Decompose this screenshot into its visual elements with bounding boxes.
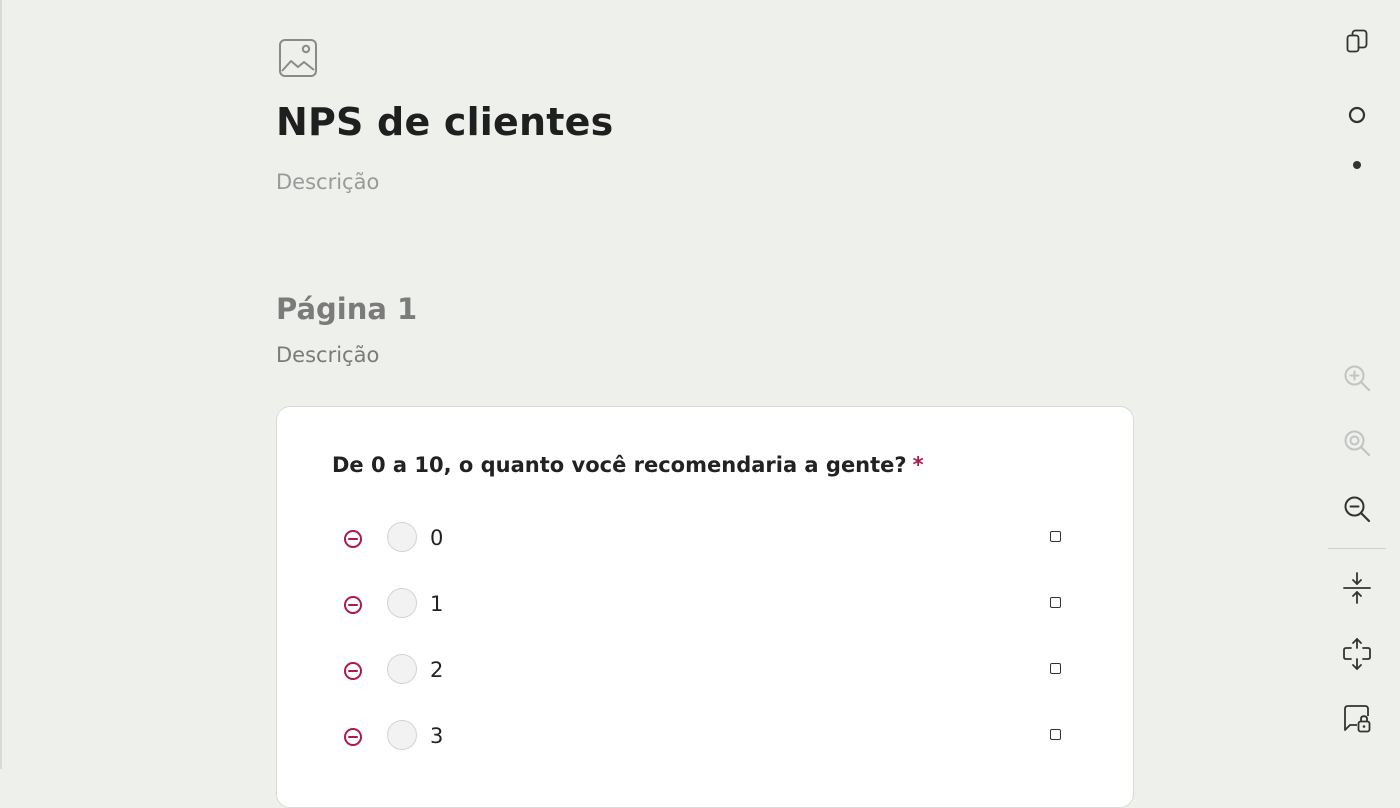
choice-label[interactable]: 0 [430,526,443,550]
dot-icon [1353,161,1361,169]
choice-radio[interactable] [387,720,417,750]
remove-choice-button[interactable] [343,661,363,681]
question-title-text: De 0 a 10, o quanto você recomendaria a … [332,453,907,477]
remove-choice-button[interactable] [343,727,363,747]
choice-checkbox[interactable] [1050,663,1061,674]
choice-row: 2 [277,651,1133,691]
circle-icon [1348,106,1366,124]
expand-button[interactable] [1337,634,1377,674]
choice-radio[interactable] [387,522,417,552]
expand-icon [1343,638,1371,670]
copy-icon [1346,29,1368,53]
choice-checkbox[interactable] [1050,531,1061,542]
theme-toggle-button[interactable] [1337,95,1377,135]
choice-row: 3 [277,717,1133,757]
collapse-button[interactable] [1337,568,1377,608]
left-border [0,0,2,769]
survey-description[interactable]: Descrição [276,170,379,194]
lock-comment-icon [1344,705,1371,733]
choice-radio[interactable] [387,654,417,684]
minus-circle-icon [344,596,362,614]
choice-row: 1 [277,585,1133,625]
image-icon [279,39,317,77]
minus-circle-icon [344,530,362,548]
logo-image-placeholder[interactable] [278,38,318,78]
lock-comment-button[interactable] [1337,699,1377,739]
right-toolbar [1328,0,1386,769]
copy-button[interactable] [1337,21,1377,61]
toolbar-divider [1328,548,1386,549]
choice-label[interactable]: 3 [430,724,443,748]
page-description[interactable]: Descrição [276,343,379,367]
zoom-reset-button[interactable] [1337,423,1377,463]
zoom-in-button[interactable] [1337,358,1377,398]
choice-checkbox[interactable] [1050,729,1061,740]
zoom-out-button[interactable] [1337,489,1377,529]
choice-radio[interactable] [387,588,417,618]
page-title[interactable]: Página 1 [276,292,417,326]
choice-label[interactable]: 1 [430,592,443,616]
zoom-out-icon [1344,496,1371,523]
survey-title[interactable]: NPS de clientes [276,100,613,144]
minus-circle-icon [344,728,362,746]
minus-circle-icon [344,662,362,680]
zoom-reset-icon [1344,430,1371,457]
question-title[interactable]: De 0 a 10, o quanto você recomendaria a … [332,453,924,477]
dot-button[interactable] [1337,145,1377,185]
remove-choice-button[interactable] [343,595,363,615]
question-card[interactable]: De 0 a 10, o quanto você recomendaria a … [276,406,1134,808]
choice-label[interactable]: 2 [430,658,443,682]
remove-choice-button[interactable] [343,529,363,549]
collapse-icon [1343,572,1371,604]
zoom-in-icon [1344,365,1371,392]
required-mark: * [912,453,924,477]
choice-checkbox[interactable] [1050,597,1061,608]
choice-row: 0 [277,519,1133,559]
